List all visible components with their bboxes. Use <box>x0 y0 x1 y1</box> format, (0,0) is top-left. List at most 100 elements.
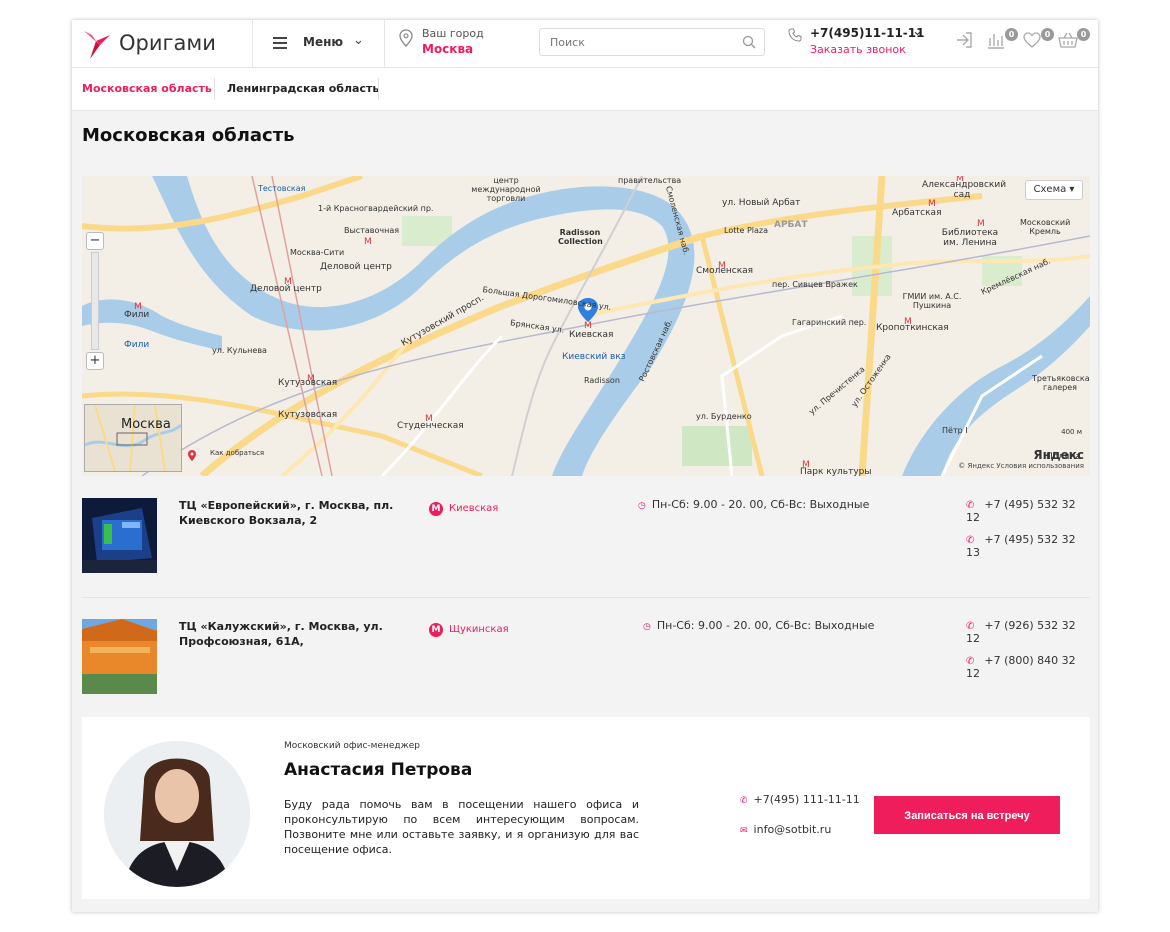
store-item: ТЦ «Европейский», г. Москва, пл. Киевско… <box>82 498 1090 608</box>
header: Оригами Меню ⌄ Ваш город Москва Поиск +7… <box>72 20 1098 68</box>
phone-icon: ✆ <box>966 535 975 546</box>
map-label: Фили <box>124 340 150 350</box>
city-label: Ваш город <box>422 27 484 40</box>
logo[interactable]: Оригами <box>72 20 253 67</box>
map-label: ул. Кульнева <box>212 346 267 355</box>
favorites-icon[interactable]: 0 <box>1022 28 1054 56</box>
phone-icon: ✆ <box>966 656 975 667</box>
map-type-selector[interactable]: Схема ▾ <box>1025 180 1083 200</box>
compare-icon[interactable]: 0 <box>986 28 1018 56</box>
map-label: Lotte Plaza <box>724 226 768 235</box>
store-photo <box>82 498 157 573</box>
store-phone[interactable]: +7 (495) 532 32 12 <box>966 498 1076 524</box>
chevron-down-icon[interactable]: ⌄ <box>912 24 923 39</box>
manager-phone: ✆ +7(495) 111-11-11 <box>740 793 860 806</box>
tab-separator <box>378 78 379 100</box>
manager-name: Анастасия Петрова <box>284 760 473 780</box>
city-selector[interactable]: Ваш город Москва <box>385 20 525 67</box>
map-label: Пётр I <box>942 426 968 435</box>
hours-text: Пн-Сб: 9.00 - 20. 00, Сб-Вс: Выходные <box>656 619 875 632</box>
map-label: правительства <box>618 176 682 185</box>
map-label: ул. Бурденко <box>696 412 752 421</box>
route-pin-icon <box>188 450 196 461</box>
menu-button[interactable]: Меню ⌄ <box>253 20 385 67</box>
city-value[interactable]: Москва <box>422 42 473 56</box>
search-box <box>539 28 765 56</box>
map-label: Библиотека им. Ленина <box>941 228 999 248</box>
store-photo <box>82 619 157 694</box>
store-address: ТЦ «Европейский», г. Москва, пл. Киевско… <box>179 499 394 527</box>
callback-link[interactable]: Заказать звонок <box>810 43 906 56</box>
map-label: АРБАТ <box>774 220 808 230</box>
compare-badge: 0 <box>1005 28 1018 41</box>
phone-block: +7(495)11-11-11 ⌄ Заказать звонок <box>788 24 938 64</box>
zoom-control: − + <box>86 232 104 372</box>
store-phone[interactable]: +7 (926) 532 32 12 <box>966 619 1076 645</box>
store-phone[interactable]: +7 (800) 840 32 12 <box>966 654 1076 680</box>
cart-icon[interactable]: 0 <box>1058 28 1090 56</box>
zoom-in-button[interactable]: + <box>86 352 104 370</box>
header-phone[interactable]: +7(495)11-11-11 <box>810 26 924 40</box>
cart-badge: 0 <box>1077 28 1090 41</box>
map-label: Киевский вкз <box>562 352 626 362</box>
metro-icon: М <box>429 501 443 516</box>
manager-phone-number[interactable]: +7(495) 111-11-11 <box>754 793 860 806</box>
map-label: Александровский сад <box>922 180 1007 200</box>
manager-email: ✉ info@sotbit.ru <box>740 823 831 836</box>
metro-icon: М <box>429 622 443 637</box>
map-label: Московский Кремль <box>1020 218 1071 236</box>
zoom-out-button[interactable]: − <box>86 232 104 250</box>
manager-avatar <box>104 741 250 887</box>
region-tabs: Московская область Ленинградская область <box>72 68 1098 111</box>
yandex-logo[interactable]: Яндекс <box>1033 448 1084 462</box>
search-icon[interactable] <box>742 35 756 49</box>
map-label: Radisson <box>584 376 620 385</box>
clock-icon: ◷ <box>643 622 651 632</box>
phone-icon <box>788 28 802 42</box>
manager-role: Московский офис-менеджер <box>284 741 420 751</box>
zoom-slider[interactable] <box>91 252 99 350</box>
book-meeting-button[interactable]: Записаться на встречу <box>874 796 1060 834</box>
tab-moscow-region[interactable]: Московская область <box>82 82 212 95</box>
store-divider <box>82 597 1090 598</box>
favorites-badge: 0 <box>1041 28 1054 41</box>
manager-card: Московский офис-менеджер Анастасия Петро… <box>82 717 1090 899</box>
map-label: Смоленская <box>696 266 754 276</box>
svg-text:М: М <box>364 237 372 247</box>
manager-email-address[interactable]: info@sotbit.ru <box>754 823 832 836</box>
login-icon[interactable] <box>954 30 980 56</box>
search-input[interactable] <box>540 29 730 55</box>
route-link[interactable]: Как добраться <box>210 449 264 457</box>
hamburger-icon <box>273 37 287 52</box>
map-label: Фили <box>124 310 150 320</box>
store-item: ТЦ «Калужский», г. Москва, ул. Профсоюзн… <box>82 619 1090 729</box>
mail-icon: ✉ <box>740 826 748 836</box>
map-copyright[interactable]: © Яндекс Условия использования <box>958 462 1084 470</box>
metro-station: М Киевская <box>429 498 498 517</box>
map-label: Radisson Collection <box>558 228 603 246</box>
map-label: Киевская <box>569 330 614 340</box>
map-label: Кутузовская <box>278 378 338 388</box>
store-phones: ✆ +7 (926) 532 32 12 ✆ +7 (800) 840 32 12 <box>966 619 1090 689</box>
map-label: Тестовская <box>258 184 306 193</box>
map-label: центр международной торговли <box>471 176 541 203</box>
overview-minimap[interactable]: Москва <box>84 404 182 472</box>
map-label: Москва-Сити <box>290 248 345 257</box>
store-phones: ✆ +7 (495) 532 32 12 ✆ +7 (495) 532 32 13 <box>966 498 1090 568</box>
clock-icon: ◷ <box>638 501 646 511</box>
phone-icon: ✆ <box>740 796 748 806</box>
chevron-down-icon: ⌄ <box>353 33 364 48</box>
map-label: Выставочная <box>344 226 400 235</box>
tab-separator <box>214 78 215 100</box>
store-phone[interactable]: +7 (495) 532 32 13 <box>966 533 1076 559</box>
metro-name: Киевская <box>449 503 499 514</box>
location-pin-icon <box>399 29 413 47</box>
map-label: Парк культуры <box>800 467 872 476</box>
tab-leningrad-region[interactable]: Ленинградская область <box>227 82 379 95</box>
minimap-label: Москва <box>121 417 171 432</box>
yandex-map[interactable]: МММ МММ МММ МММ Тестовская 1-й Красногва… <box>82 176 1090 476</box>
origami-bird-icon <box>84 31 110 59</box>
metro-name: Щукинская <box>449 624 509 635</box>
page-title: Московская область <box>82 125 295 146</box>
map-label: Кутузовская <box>278 410 338 420</box>
